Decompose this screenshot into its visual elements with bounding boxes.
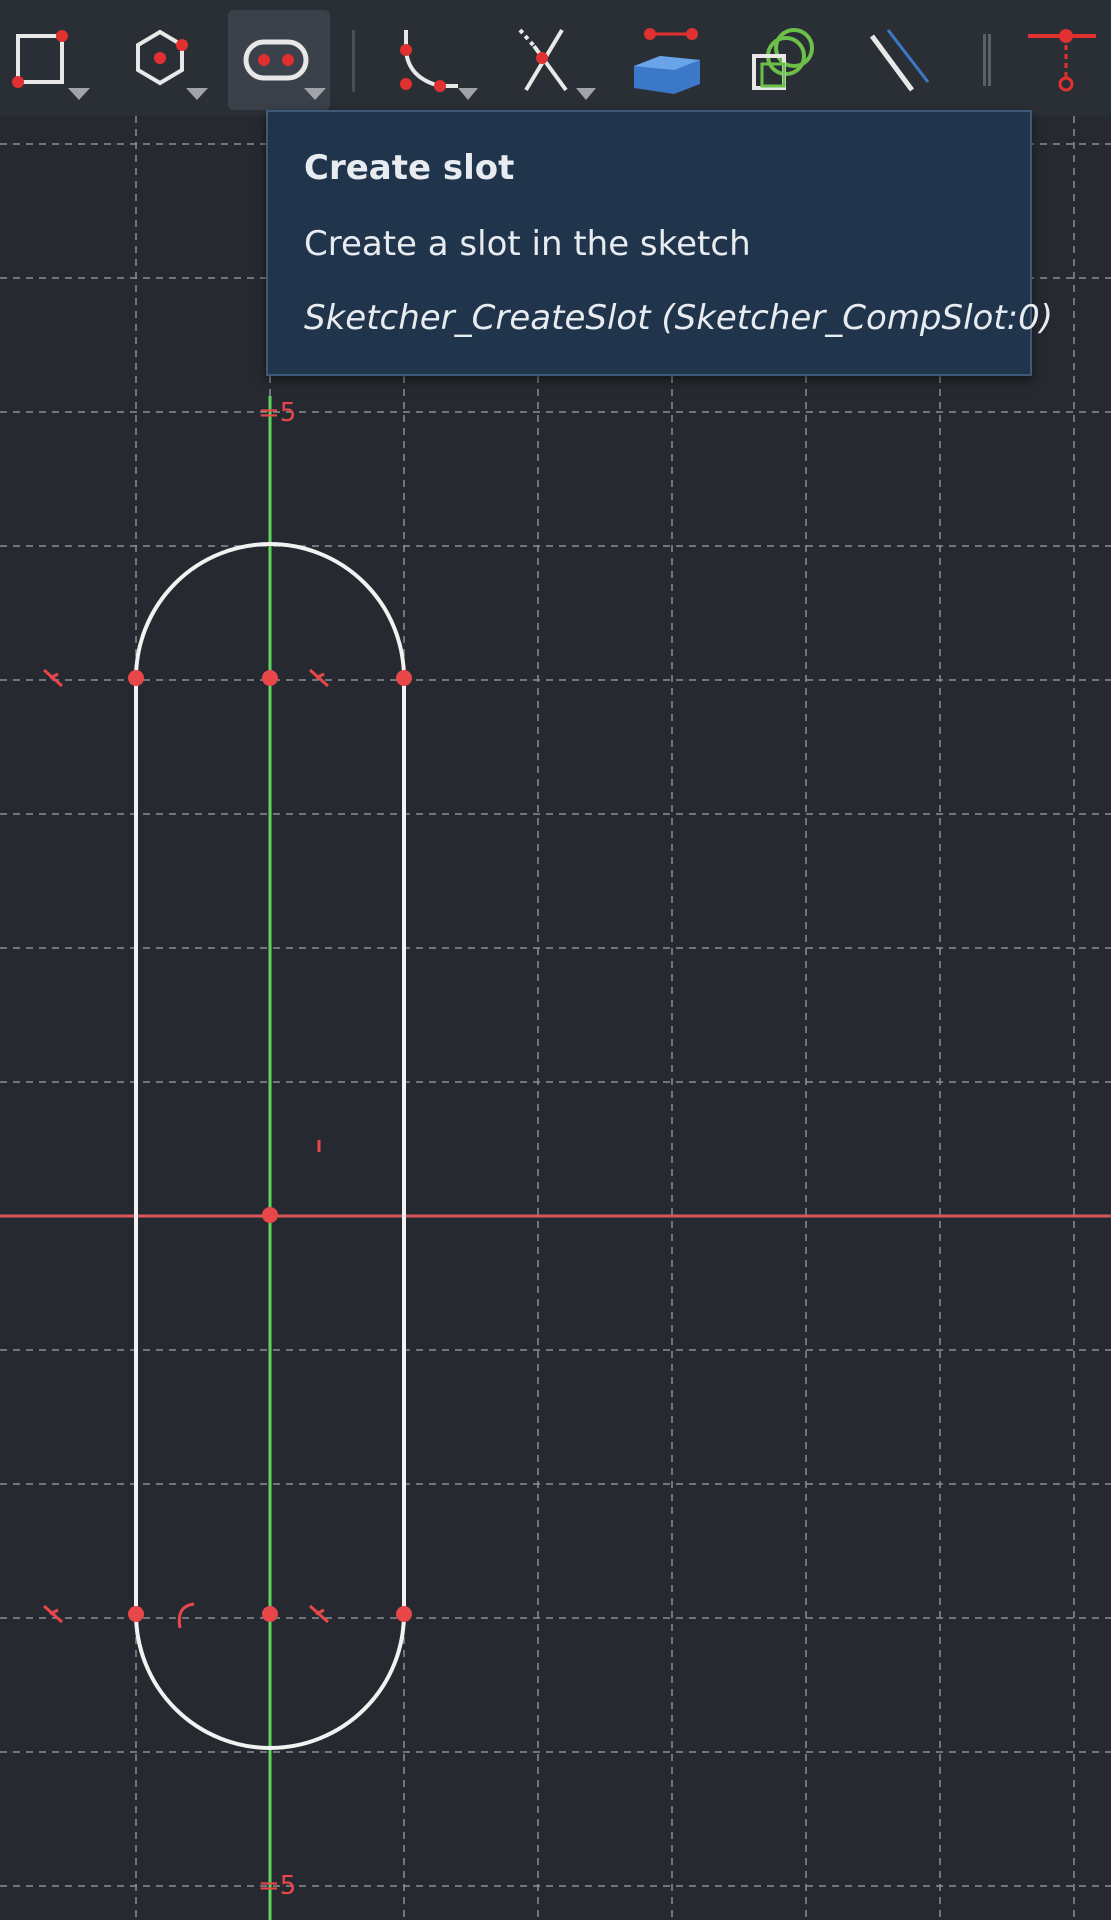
toolbar-grip-icon[interactable] xyxy=(980,32,994,88)
tangent-constraint-icon xyxy=(309,1604,329,1624)
vertex-point xyxy=(396,670,412,686)
external-geometry-tool-button[interactable] xyxy=(620,10,722,110)
construction-line-icon xyxy=(869,29,930,92)
tooltip-command: Sketcher_CreateSlot (Sketcher_CompSlot:0… xyxy=(304,298,1054,338)
vertex-point xyxy=(128,670,144,686)
tooltip: Create slot Create a slot in the sketch … xyxy=(266,110,1054,376)
slot-tool-button[interactable] xyxy=(228,10,330,110)
polygon-tool-button[interactable] xyxy=(118,10,220,110)
tangent-constraint-icon xyxy=(43,668,63,688)
dimension-bottom-label[interactable]: =5 xyxy=(258,1871,296,1901)
slot-icon xyxy=(243,39,326,100)
carbon-copy-icon xyxy=(752,28,814,90)
tangent-constraint-icon xyxy=(309,668,329,688)
tooltip-title: Create slot xyxy=(304,148,515,188)
vertex-point xyxy=(262,1606,278,1622)
rectangle-icon xyxy=(12,30,90,100)
grid xyxy=(0,116,1111,1920)
toolbar-separator xyxy=(352,30,355,92)
sketch-canvas[interactable]: =5 =5 xyxy=(0,116,1111,1920)
construction-toggle-tool-button[interactable] xyxy=(852,10,954,110)
trim-icon xyxy=(518,28,596,100)
constrain-point-icon xyxy=(1028,29,1096,92)
carbon-copy-tool-button[interactable] xyxy=(736,10,838,110)
fillet-icon xyxy=(400,30,478,100)
external-geometry-icon xyxy=(634,28,700,94)
trim-tool-button[interactable] xyxy=(500,10,602,110)
rectangle-tool-button[interactable] xyxy=(0,10,102,110)
vertex-point xyxy=(262,1207,278,1223)
tooltip-description: Create a slot in the sketch xyxy=(304,224,751,264)
tangent-constraint-icon xyxy=(43,1604,63,1624)
vertex-point xyxy=(396,1606,412,1622)
equal-constraint-icon xyxy=(177,1602,195,1629)
sketcher-toolbar xyxy=(0,0,1111,116)
constrain-point-tool-button[interactable] xyxy=(1016,10,1111,110)
hexagon-icon xyxy=(136,29,208,100)
vertex-point xyxy=(262,670,278,686)
dimension-top-label[interactable]: =5 xyxy=(258,398,296,428)
vertex-point xyxy=(128,1606,144,1622)
fillet-tool-button[interactable] xyxy=(378,10,480,110)
